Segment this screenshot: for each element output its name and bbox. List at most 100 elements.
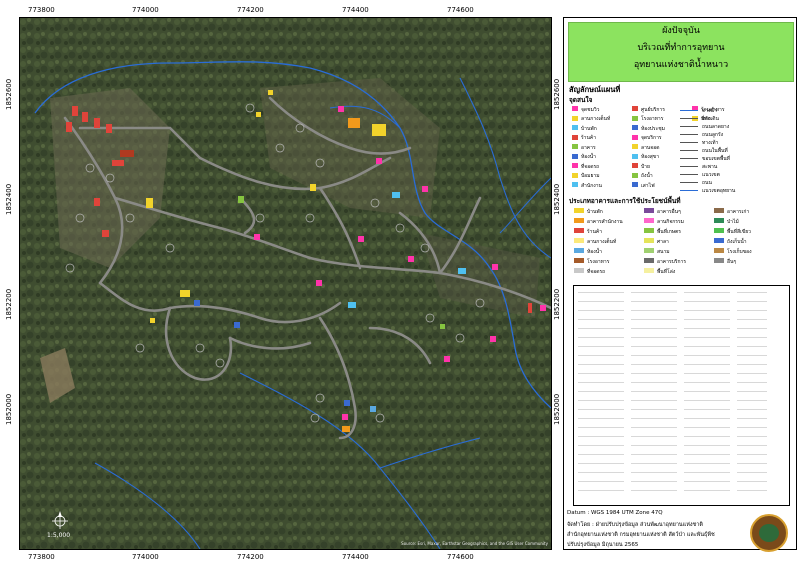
building — [180, 290, 190, 297]
landuse-label: พื้นที่สีเขียว — [727, 228, 751, 235]
line-legend-label: ทางเท้า — [702, 140, 719, 146]
x-tick: 774400 — [342, 6, 369, 14]
poi-marker — [358, 236, 364, 242]
poi-legend-swatch — [572, 144, 578, 149]
maker-text: จัดทำโดย : ฝ่ายปรับปรุงข้อมูล ส่วนพัฒนาอ… — [567, 522, 703, 528]
poi-legend-label: ห้องน้ำ — [581, 154, 596, 160]
table-row-rule — [684, 346, 730, 347]
y-tick: 1852600 — [5, 78, 13, 110]
table-row-rule — [631, 310, 677, 311]
parking-marker — [344, 400, 350, 406]
building — [112, 160, 124, 166]
landuse-label: โรงเก็บของ — [727, 248, 752, 255]
building — [94, 118, 100, 128]
map-canvas[interactable]: 1:5,000 Source: Esri, Maxar, Earthstar G… — [19, 17, 552, 550]
table-row-rule — [684, 382, 730, 383]
table-row-rule — [631, 292, 677, 293]
table-row-rule — [578, 427, 624, 428]
poi-legend-label: ห้องประชุม — [641, 125, 665, 132]
table-row-rule — [631, 445, 677, 446]
landuse-swatch — [574, 208, 584, 213]
line-legend-swatch — [680, 182, 698, 183]
poi-legend-swatch — [572, 172, 578, 178]
building — [238, 196, 244, 203]
table-row-rule — [737, 454, 767, 455]
table-row-rule — [578, 445, 624, 446]
poi-legend-swatch — [572, 115, 578, 121]
landuse-swatch — [714, 218, 724, 223]
landuse-swatch — [714, 258, 724, 263]
poi-legend-swatch — [632, 182, 638, 187]
line-legend-label: ทางน้ำ — [702, 108, 717, 114]
poi-legend-swatch — [632, 163, 638, 168]
landuse-swatch — [714, 228, 724, 233]
landuse-label: อื่นๆ — [727, 258, 737, 265]
table-row-rule — [684, 427, 730, 428]
office-text: สำนักอุทยานแห่งชาติ กรมอุทยานแห่งชาติ สั… — [567, 532, 715, 538]
line-legend-swatch — [680, 142, 698, 143]
poi-marker — [254, 234, 260, 240]
building — [120, 150, 134, 157]
poi-legend-label: ที่จอดรถ — [581, 163, 600, 170]
landuse-swatch — [644, 228, 654, 233]
poi-marker — [268, 90, 273, 95]
table-row-rule — [684, 391, 730, 392]
poi-marker — [342, 414, 348, 420]
landuse-swatch — [714, 248, 724, 253]
x-tick: 774600 — [447, 6, 474, 14]
poi-legend-label: ห้องสุขา — [641, 154, 660, 160]
scale-label: 1:5,000 — [47, 532, 71, 539]
table-row-rule — [578, 328, 624, 329]
table-row-rule — [684, 472, 730, 473]
table-row-rule — [578, 301, 624, 302]
title-line: บริเวณที่ทำการอุทยาน — [637, 43, 725, 53]
landuse-label: ถังเก็บน้ำ — [727, 238, 747, 245]
table-row-rule — [578, 391, 624, 392]
landuse-heading: ประเภทอาคารและการใช้ประโยชน์พื้นที่ — [569, 197, 681, 205]
poi-legend-label: บ้านพัก — [581, 125, 597, 132]
table-row-rule — [737, 436, 767, 437]
table-row-rule — [684, 328, 730, 329]
table-row-rule — [631, 346, 677, 347]
poi-legend-label: อาคาร — [581, 144, 596, 151]
table-row-rule — [684, 292, 730, 293]
landuse-label: ลานกิจกรรม — [657, 218, 684, 225]
poi-marker — [316, 280, 322, 286]
table-row-rule — [631, 454, 677, 455]
poi-legend-swatch — [632, 115, 638, 121]
landuse-label: โรงอาหาร — [587, 258, 610, 265]
building — [106, 124, 112, 133]
table-row-rule — [578, 382, 624, 383]
y-tick: 1852600 — [553, 78, 561, 110]
table-row-rule — [737, 490, 767, 491]
poi-legend-label: ป้าย — [641, 163, 650, 170]
landuse-swatch — [714, 238, 724, 243]
landuse-label: ป่าไม้ — [727, 218, 739, 225]
table-row-rule — [684, 463, 730, 464]
table-row-rule — [631, 355, 677, 356]
building — [102, 230, 109, 237]
poi-legend-label: โรงอาหาร — [641, 116, 664, 122]
poi-legend-label: ร้านค้า — [581, 135, 597, 141]
poi-legend-swatch — [632, 144, 638, 149]
landuse-swatch — [574, 228, 584, 233]
landuse-label: บ้านพัก — [587, 208, 603, 215]
x-tick: 774200 — [237, 6, 264, 14]
landuse-swatch — [574, 258, 584, 263]
table-row-rule — [684, 355, 730, 356]
tent-marker — [458, 268, 466, 274]
landuse-label: ร้านค้า — [587, 228, 603, 235]
landuse-label: อาคารบริการ — [657, 258, 687, 265]
x-tick: 774200 — [237, 553, 264, 561]
table-row-rule — [578, 364, 624, 365]
table-row-rule — [578, 436, 624, 437]
table-row-rule — [737, 292, 767, 293]
table-row-rule — [737, 382, 767, 383]
line-legend-label: แนวเขตอุทยาน — [702, 188, 736, 194]
table-row-rule — [737, 463, 767, 464]
table-row-rule — [631, 328, 677, 329]
y-tick: 1852000 — [553, 393, 561, 425]
poi-legend-swatch — [632, 125, 638, 130]
table-row-rule — [737, 346, 767, 347]
table-row-rule — [631, 364, 677, 365]
